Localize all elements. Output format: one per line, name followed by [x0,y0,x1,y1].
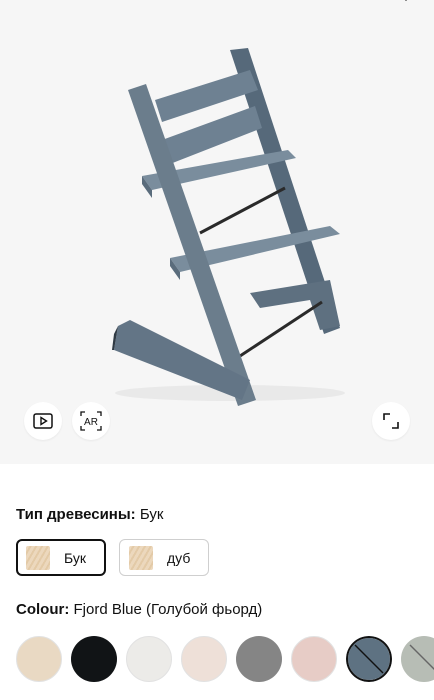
colour-label: Colour: [16,601,70,618]
wood-swatch [129,545,153,570]
play-video-button[interactable] [24,402,62,440]
chevron-icon [404,0,408,2]
product-image [112,48,345,406]
ar-label: AR [84,417,98,428]
colour-swatch[interactable] [346,636,392,682]
wood-option-label: Бук [64,549,87,566]
wood-swatch [26,545,50,570]
fullscreen-button[interactable] [372,402,410,440]
colour-swatch[interactable] [16,636,62,682]
play-video-icon [33,413,53,429]
colour-value: Fjord Blue (Голубой фьорд) [73,601,263,618]
colour-swatches [16,636,434,682]
ar-view-button[interactable]: AR [72,402,110,440]
colour-row: Colour: Fjord Blue (Голубой фьорд) [16,601,262,618]
unavailable-slash-icon [409,644,434,670]
colour-swatch[interactable] [236,636,282,682]
wood-type-value: Бук [139,506,164,523]
wood-option-beech[interactable]: Бук [16,539,106,576]
product-image-gallery[interactable]: AR [0,0,434,464]
wood-type-row: Тип древесины: Бук [16,506,163,523]
wood-options: Бук дуб [16,539,209,576]
colour-swatch[interactable] [126,636,172,682]
colour-swatch[interactable] [401,636,434,682]
wood-option-label: дуб [167,549,191,566]
colour-swatch[interactable] [181,636,227,682]
wood-type-label: Тип древесины: [16,506,136,523]
selected-ring [346,636,392,682]
colour-swatch[interactable] [291,636,337,682]
colour-swatch[interactable] [71,636,117,682]
wood-option-oak[interactable]: дуб [119,539,209,576]
ar-icon: AR [80,411,102,431]
expand-icon [383,413,399,429]
